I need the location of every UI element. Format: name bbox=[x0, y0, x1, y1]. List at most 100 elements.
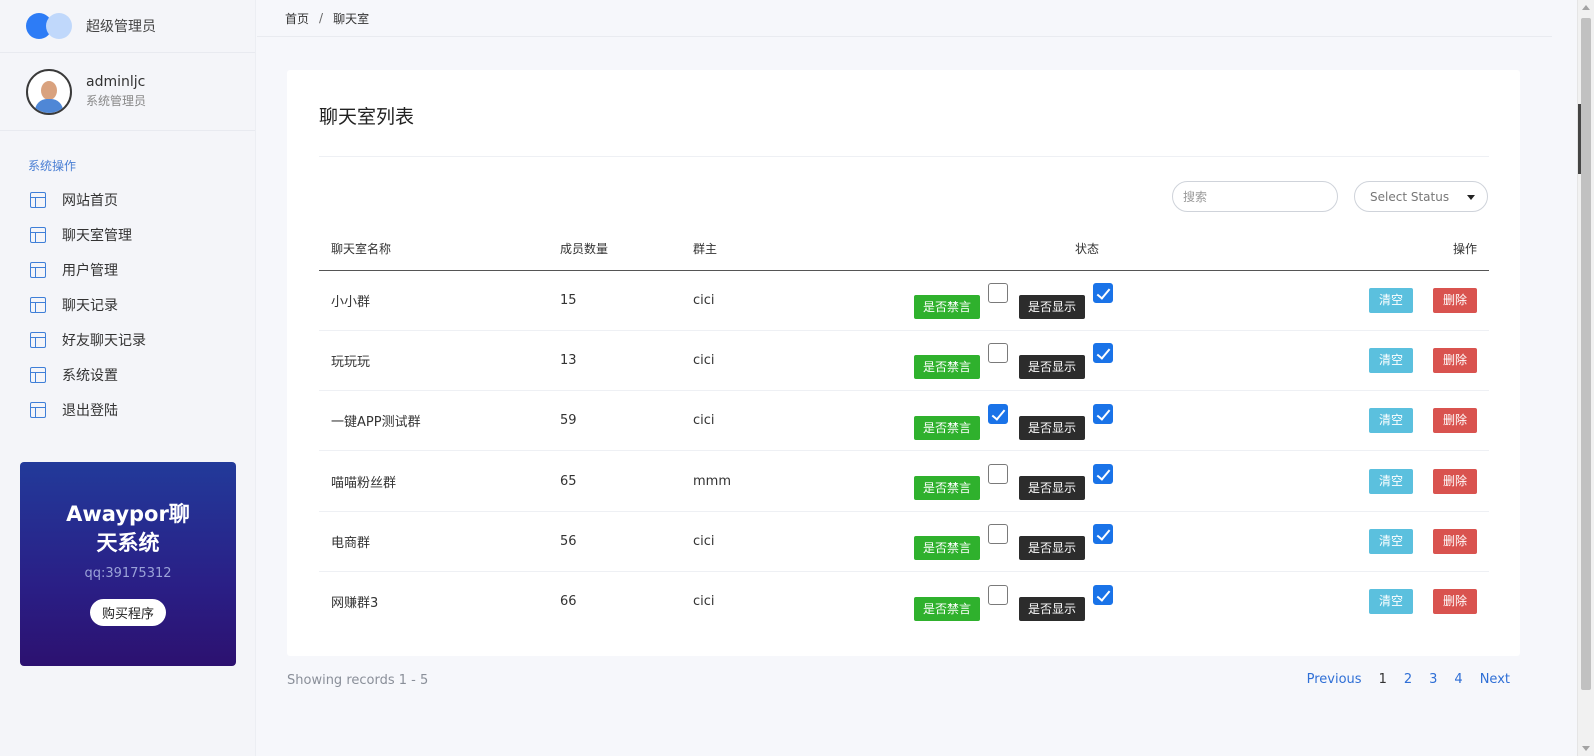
mute-checkbox[interactable] bbox=[988, 464, 1009, 485]
room-owner: cici bbox=[693, 270, 881, 331]
room-name: 小小群 bbox=[319, 270, 560, 331]
show-checkbox[interactable] bbox=[1093, 464, 1114, 485]
vertical-scrollbar[interactable] bbox=[1577, 0, 1594, 756]
delete-button[interactable]: 删除 bbox=[1432, 528, 1477, 554]
pagination-previous[interactable]: Previous bbox=[1307, 672, 1362, 687]
sidebar-item-settings[interactable]: 系统设置 bbox=[0, 357, 255, 392]
clear-button[interactable]: 清空 bbox=[1368, 589, 1413, 615]
mute-checkbox[interactable] bbox=[988, 283, 1009, 304]
show-badge: 是否显示 bbox=[1019, 295, 1086, 320]
room-status: 是否禁言 是否显示 bbox=[881, 270, 1333, 331]
pagination-next[interactable]: Next bbox=[1480, 672, 1510, 687]
scrollbar-thumb[interactable] bbox=[1581, 18, 1591, 690]
promo-title: Awaypor聊天系统 bbox=[66, 502, 190, 555]
member-count: 13 bbox=[560, 330, 693, 392]
sidebar-item-label: 聊天室管理 bbox=[62, 227, 132, 244]
mute-checkbox[interactable] bbox=[988, 524, 1009, 545]
sidebar-item-label: 聊天记录 bbox=[62, 297, 118, 314]
room-owner: cici bbox=[693, 390, 881, 452]
room-name: 一键APP测试群 bbox=[319, 390, 560, 452]
room-actions: 清空 删除 bbox=[1333, 571, 1489, 631]
show-checkbox[interactable] bbox=[1093, 584, 1114, 605]
sidebar-item-label: 用户管理 bbox=[62, 262, 118, 279]
delete-button[interactable]: 删除 bbox=[1432, 408, 1477, 434]
room-status: 是否禁言 是否显示 bbox=[881, 511, 1333, 572]
scroll-marker bbox=[1578, 104, 1581, 174]
delete-button[interactable]: 删除 bbox=[1432, 468, 1477, 494]
table-row: 电商群 56 cici 是否禁言 是否显示 清空 删除 bbox=[319, 511, 1489, 572]
show-badge: 是否显示 bbox=[1019, 415, 1086, 440]
room-actions: 清空 删除 bbox=[1333, 511, 1489, 572]
breadcrumb-home[interactable]: 首页 bbox=[285, 10, 309, 27]
sidebar-item-chat-logs[interactable]: 聊天记录 bbox=[0, 287, 255, 322]
user-name: adminljc bbox=[86, 74, 146, 90]
sidebar-item-friend-logs[interactable]: 好友聊天记录 bbox=[0, 322, 255, 357]
clear-button[interactable]: 清空 bbox=[1368, 528, 1413, 554]
member-count: 56 bbox=[560, 511, 693, 572]
search-input[interactable] bbox=[1172, 181, 1338, 212]
member-count: 15 bbox=[560, 270, 693, 331]
mute-checkbox[interactable] bbox=[988, 403, 1009, 424]
room-name: 电商群 bbox=[319, 511, 560, 572]
pagination-page-1[interactable]: 1 bbox=[1379, 672, 1387, 687]
sidebar: 超级管理员 adminljc 系统管理员 系统操作 网站首页 聊天室管理 用户管… bbox=[0, 0, 256, 756]
user-role: 系统管理员 bbox=[86, 94, 147, 108]
mute-checkbox[interactable] bbox=[988, 584, 1009, 605]
sidebar-item-home[interactable]: 网站首页 bbox=[0, 182, 255, 217]
show-badge: 是否显示 bbox=[1019, 596, 1086, 621]
avatar[interactable] bbox=[26, 68, 72, 115]
pagination-page-3[interactable]: 3 bbox=[1429, 672, 1437, 687]
column-header-ops: 操作 bbox=[1333, 228, 1489, 271]
clear-button[interactable]: 清空 bbox=[1368, 347, 1413, 373]
delete-button[interactable]: 删除 bbox=[1432, 287, 1477, 313]
table-row: 小小群 15 cici 是否禁言 是否显示 清空 删除 bbox=[319, 270, 1489, 331]
mute-badge: 是否禁言 bbox=[914, 476, 981, 501]
sidebar-item-label: 网站首页 bbox=[62, 192, 118, 209]
delete-button[interactable]: 删除 bbox=[1432, 589, 1477, 615]
mute-badge: 是否禁言 bbox=[914, 536, 981, 561]
mute-badge: 是否禁言 bbox=[914, 596, 981, 621]
show-checkbox[interactable] bbox=[1093, 524, 1114, 545]
show-checkbox[interactable] bbox=[1093, 403, 1114, 424]
show-badge: 是否显示 bbox=[1019, 536, 1086, 561]
nav-section-title: 系统操作 bbox=[28, 159, 77, 173]
status-select[interactable]: Select Status bbox=[1354, 181, 1488, 212]
column-header-owner[interactable]: 群主 bbox=[693, 228, 881, 271]
promo-qq: qq:39175312 bbox=[84, 566, 172, 581]
buy-button[interactable]: 购买程序 bbox=[89, 599, 166, 626]
room-actions: 清空 删除 bbox=[1333, 330, 1489, 392]
scroll-up-icon[interactable] bbox=[1582, 5, 1590, 10]
pagination-page-2[interactable]: 2 bbox=[1404, 672, 1412, 687]
layout-icon bbox=[30, 331, 46, 348]
sidebar-item-users[interactable]: 用户管理 bbox=[0, 252, 255, 287]
room-owner: cici bbox=[693, 330, 881, 392]
scroll-down-icon[interactable] bbox=[1582, 746, 1590, 751]
mute-checkbox[interactable] bbox=[988, 343, 1009, 364]
page-title: 聊天室列表 bbox=[319, 106, 415, 128]
column-header-count[interactable]: 成员数量 bbox=[560, 228, 693, 271]
member-count: 59 bbox=[560, 390, 693, 452]
sidebar-item-chatrooms[interactable]: 聊天室管理 bbox=[0, 217, 255, 252]
brand-title: 超级管理员 bbox=[86, 19, 156, 35]
table-header-row: 聊天室名称 成员数量 群主 状态 操作 bbox=[319, 228, 1489, 271]
show-checkbox[interactable] bbox=[1093, 283, 1114, 304]
breadcrumb: 首页 / 聊天室 bbox=[257, 0, 1552, 37]
clear-button[interactable]: 清空 bbox=[1368, 408, 1413, 434]
sidebar-item-logout[interactable]: 退出登陆 bbox=[0, 392, 255, 427]
delete-button[interactable]: 删除 bbox=[1432, 347, 1477, 373]
room-owner: mmm bbox=[693, 450, 881, 512]
breadcrumb-separator: / bbox=[319, 11, 324, 25]
show-checkbox[interactable] bbox=[1093, 343, 1114, 364]
chatroom-card: 聊天室列表 Select Status 聊天室名称 成员数量 群主 状态 操作 … bbox=[287, 70, 1520, 656]
room-status: 是否禁言 是否显示 bbox=[881, 571, 1333, 631]
column-header-name[interactable]: 聊天室名称 bbox=[319, 228, 560, 271]
clear-button[interactable]: 清空 bbox=[1368, 468, 1413, 494]
clear-button[interactable]: 清空 bbox=[1368, 287, 1413, 313]
room-status: 是否禁言 是否显示 bbox=[881, 330, 1333, 392]
brand: 超级管理员 bbox=[0, 0, 255, 53]
room-name: 喵喵粉丝群 bbox=[319, 450, 560, 512]
show-badge: 是否显示 bbox=[1019, 355, 1086, 380]
user-panel: adminljc 系统管理员 bbox=[0, 53, 255, 131]
column-header-status[interactable]: 状态 bbox=[881, 228, 1333, 271]
pagination-page-4[interactable]: 4 bbox=[1454, 672, 1462, 687]
